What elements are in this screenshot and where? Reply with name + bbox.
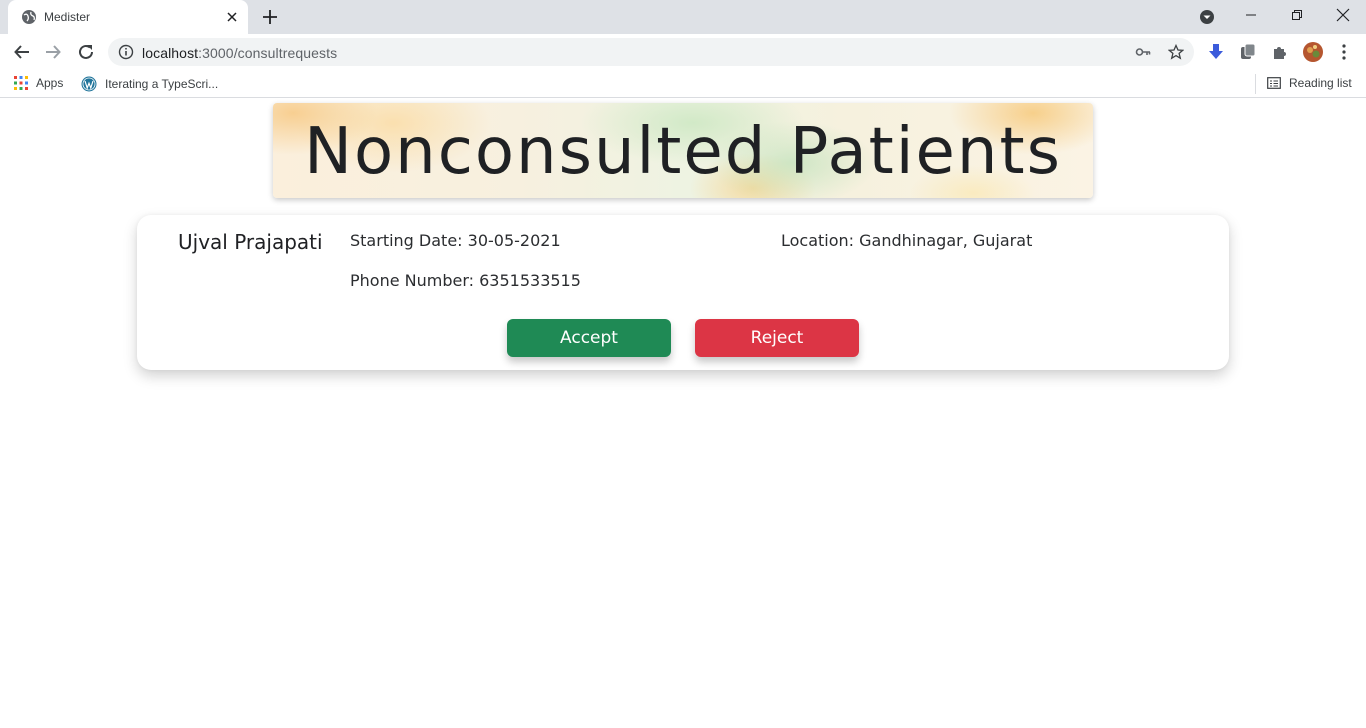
close-window-button[interactable] — [1320, 0, 1366, 30]
forward-arrow-icon — [46, 45, 61, 59]
reading-list-label: Reading list — [1289, 76, 1352, 90]
page-title: Nonconsulted Patients — [304, 115, 1062, 189]
bookmark-apps[interactable]: Apps — [14, 76, 63, 90]
minimize-button[interactable] — [1228, 0, 1274, 30]
bookmark-star-icon[interactable] — [1168, 44, 1184, 60]
back-button[interactable] — [12, 42, 32, 62]
consult-request-card: Ujval Prajapati Starting Date: 30-05-202… — [137, 215, 1229, 370]
browser-tab[interactable]: Medister — [8, 0, 248, 34]
new-tab-icon[interactable] — [260, 7, 280, 27]
wordpress-icon — [81, 76, 97, 92]
tab-search-icon[interactable] — [1198, 8, 1216, 26]
restore-button[interactable] — [1274, 0, 1320, 30]
reload-button[interactable] — [76, 42, 96, 62]
url-text[interactable]: localhost:3000/consultrequests — [142, 45, 337, 61]
bookmarks-divider — [1255, 74, 1256, 94]
patient-name: Ujval Prajapati — [178, 230, 323, 254]
starting-date: Starting Date: 30-05-2021 — [350, 231, 561, 250]
patient-location: Location: Gandhinagar, Gujarat — [781, 231, 1033, 250]
close-icon — [1336, 8, 1350, 22]
reading-list-button[interactable]: Reading list — [1267, 76, 1352, 90]
globe-icon — [22, 10, 36, 24]
extensions-puzzle-icon[interactable] — [1271, 43, 1289, 61]
accept-button[interactable]: Accept — [507, 319, 671, 357]
address-bar[interactable]: localhost:3000/consultrequests — [108, 38, 1194, 66]
profile-avatar[interactable] — [1302, 41, 1324, 63]
reload-icon — [79, 44, 93, 59]
bookmark-label: Iterating a TypeScri... — [105, 77, 219, 91]
browser-toolbar: localhost:3000/consultrequests — [0, 34, 1366, 70]
back-arrow-icon — [14, 45, 29, 59]
tab-title: Medister — [44, 10, 91, 24]
tab-strip: Medister — [0, 0, 1366, 34]
forward-button[interactable] — [43, 42, 63, 62]
bookmark-label: Apps — [36, 76, 64, 90]
url-host: localhost — [142, 45, 199, 61]
apps-grid-icon — [14, 76, 28, 90]
phone-number: Phone Number: 6351533515 — [350, 271, 581, 290]
page-banner: Nonconsulted Patients — [273, 103, 1093, 198]
reject-button[interactable]: Reject — [695, 319, 859, 357]
key-icon[interactable] — [1135, 44, 1151, 60]
url-path: :3000/consultrequests — [198, 45, 338, 61]
more-menu-icon[interactable] — [1335, 43, 1353, 61]
restore-icon — [1292, 10, 1302, 20]
bookmark-typescript[interactable]: Iterating a TypeScri... — [81, 76, 218, 92]
info-icon[interactable] — [118, 44, 134, 60]
close-tab-icon[interactable] — [224, 9, 240, 25]
minimize-icon — [1246, 14, 1256, 16]
download-extension-icon[interactable] — [1207, 43, 1225, 61]
bookmarks-bar: Apps Iterating a TypeScri... Reading lis… — [0, 70, 1366, 98]
copy-extension-icon[interactable] — [1239, 43, 1257, 61]
reading-list-icon — [1267, 77, 1281, 89]
